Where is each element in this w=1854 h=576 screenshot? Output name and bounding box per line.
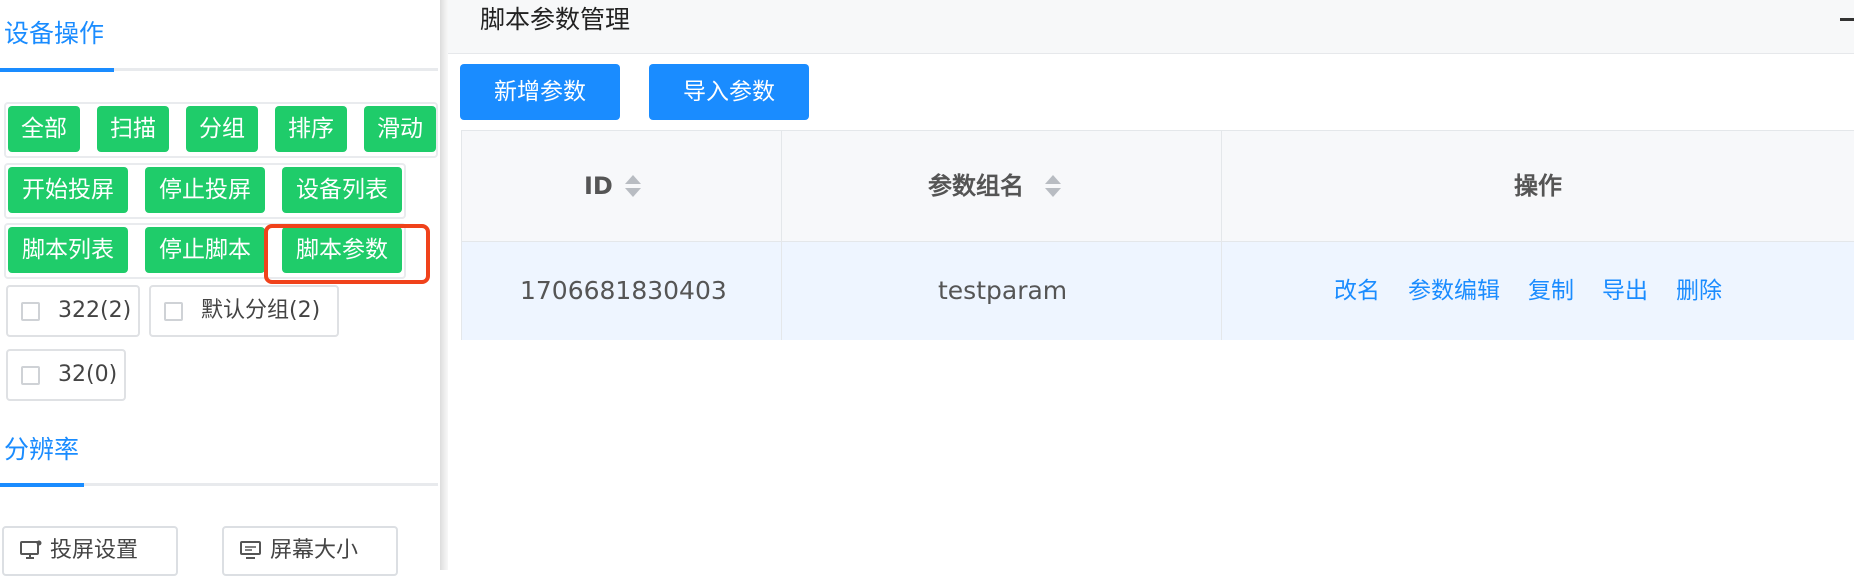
row-name-cell: testparam [782, 242, 1222, 340]
group-label: 默认分组(2) [201, 298, 321, 323]
params-table: ID 参数组名 操作 1706681830403 testparam 改名 参数编… [461, 130, 1854, 340]
cast-settings-button[interactable]: 投屏设置 [2, 526, 178, 576]
col-id[interactable]: ID [462, 131, 782, 241]
col-actions: 操作 [1222, 131, 1854, 241]
scan-button[interactable]: 扫描 [97, 106, 169, 152]
resolution-underline [0, 483, 438, 487]
table-header: ID 参数组名 操作 [462, 131, 1854, 242]
script-params-highlight [264, 224, 430, 284]
group-button[interactable]: 分组 [186, 106, 258, 152]
row-id-cell: 1706681830403 [462, 242, 782, 340]
stop-cast-button[interactable]: 停止投屏 [145, 167, 265, 213]
delete-link[interactable]: 删除 [1676, 278, 1722, 304]
collapse-icon[interactable] [1840, 18, 1854, 21]
device-ops-underline [0, 68, 438, 72]
group-checkbox-322[interactable]: 322(2) [6, 285, 140, 337]
checkbox-icon[interactable] [21, 302, 40, 321]
all-button[interactable]: 全部 [8, 106, 80, 152]
group-label: 32(0) [58, 362, 118, 387]
checkbox-icon[interactable] [164, 302, 183, 321]
rename-link[interactable]: 改名 [1334, 278, 1380, 304]
add-param-button[interactable]: 新增参数 [460, 64, 620, 120]
stop-script-button[interactable]: 停止脚本 [145, 227, 265, 273]
device-ops-title: 设备操作 [4, 19, 105, 48]
script-params-panel: 脚本参数管理 新增参数 导入参数 ID 参数组名 操作 170668183040… [448, 0, 1854, 570]
sort-button[interactable]: 排序 [275, 106, 347, 152]
panel-title: 脚本参数管理 [480, 5, 631, 34]
row-id: 1706681830403 [520, 276, 727, 305]
panel-header: 脚本参数管理 [448, 0, 1854, 54]
row-name: testparam [938, 276, 1068, 305]
sort-icon[interactable] [1044, 173, 1062, 199]
sort-icon[interactable] [624, 173, 642, 199]
monitor-settings-icon [20, 540, 42, 566]
group-checkbox-32[interactable]: 32(0) [6, 349, 126, 401]
device-ops-panel: 设备操作 全部 扫描 分组 排序 滑动 开始投屏 停止投屏 设备列表 脚本列表 … [0, 0, 438, 576]
edit-params-link[interactable]: 参数编辑 [1408, 278, 1500, 304]
screen-size-button[interactable]: 屏幕大小 [222, 526, 398, 576]
col-id-label: ID [584, 172, 613, 200]
export-link[interactable]: 导出 [1602, 278, 1648, 304]
panel-divider[interactable] [440, 0, 448, 570]
copy-link[interactable]: 复制 [1528, 278, 1574, 304]
script-list-button[interactable]: 脚本列表 [8, 227, 128, 273]
col-name-label: 参数组名 [928, 172, 1024, 200]
resolution-title: 分辨率 [4, 435, 80, 464]
row-actions-cell: 改名 参数编辑 复制 导出 删除 [1222, 242, 1854, 340]
col-actions-label: 操作 [1514, 172, 1562, 200]
group-checkbox-default[interactable]: 默认分组(2) [149, 285, 339, 337]
row-actions: 改名 参数编辑 复制 导出 删除 [1334, 242, 1750, 340]
checkbox-icon[interactable] [21, 366, 40, 385]
start-cast-button[interactable]: 开始投屏 [8, 167, 128, 213]
screen-size-label: 屏幕大小 [270, 538, 359, 563]
swipe-button[interactable]: 滑动 [364, 106, 436, 152]
screen-size-icon [240, 540, 262, 566]
table-row: 1706681830403 testparam 改名 参数编辑 复制 导出 删除 [462, 242, 1854, 340]
cast-settings-label: 投屏设置 [50, 538, 139, 563]
import-param-button[interactable]: 导入参数 [649, 64, 809, 120]
group-label: 322(2) [58, 298, 132, 323]
device-list-button[interactable]: 设备列表 [282, 167, 402, 213]
col-name[interactable]: 参数组名 [782, 131, 1222, 241]
